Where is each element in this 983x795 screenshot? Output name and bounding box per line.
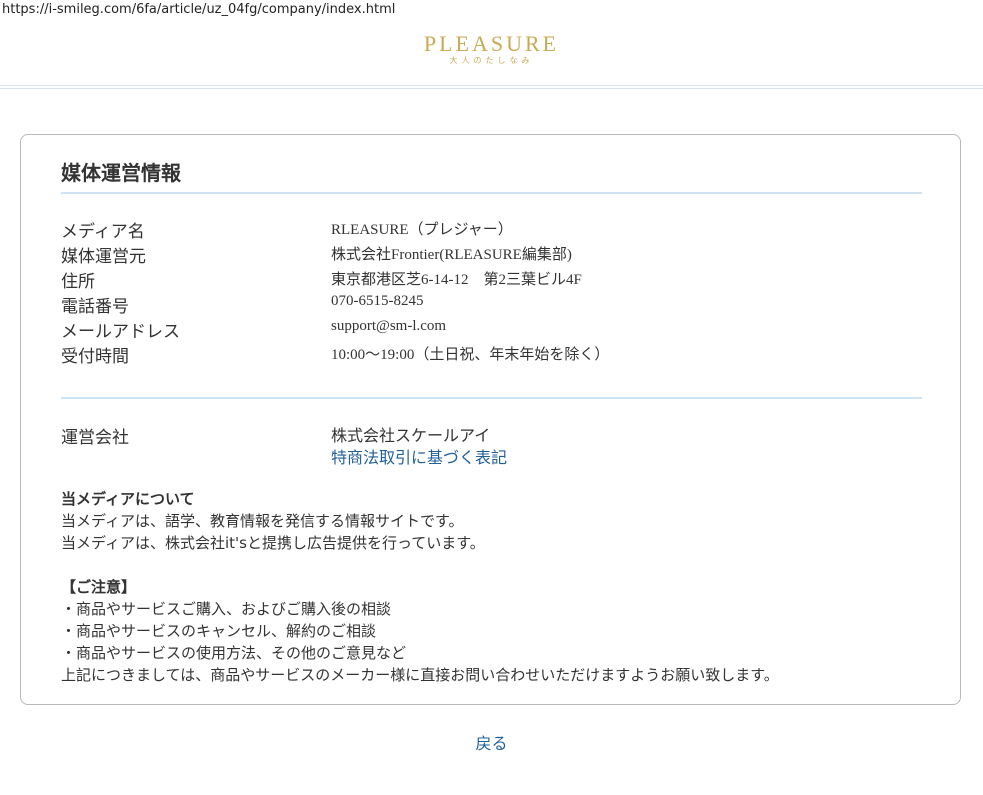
info-value: 10:00〜19:00（土日祝、年末年始を除く）	[331, 347, 610, 363]
logo-text: PLEASURE	[423, 31, 560, 56]
info-label: 受付時間	[61, 347, 129, 367]
info-value: RLEASURE（プレジャー）	[331, 222, 513, 238]
notice-item: ・商品やサービスの使用方法、その他のご意見など	[61, 644, 407, 662]
header-divider	[0, 85, 983, 86]
operating-company-label: 運営会社	[61, 428, 129, 448]
logo-subtext: 大人のたしなみ	[449, 56, 534, 65]
page-title: 媒体運営情報	[61, 161, 181, 185]
operating-company-value: 株式会社スケールアイ	[331, 426, 491, 445]
info-value: 株式会社Frontier(RLEASURE編集部)	[331, 247, 572, 263]
info-row-phone: 電話番号 070-6515-8245	[61, 292, 922, 317]
title-divider	[61, 192, 922, 194]
info-value: support@sm-l.com	[331, 318, 447, 334]
info-row-operator: 媒体運営元 株式会社Frontier(RLEASURE編集部)	[61, 242, 922, 267]
info-label: 住所	[61, 272, 95, 292]
info-label: 電話番号	[61, 297, 129, 317]
info-label: メールアドレス	[61, 322, 180, 342]
about-heading: 当メディアについて	[61, 490, 195, 508]
media-info-card: 媒体運営情報 メディア名 RLEASURE（プレジャー） 媒体運営元 株式会社F…	[20, 134, 961, 705]
back-link-wrap: 戻る	[0, 730, 983, 754]
about-section: 当メディアについて 当メディアは、語学、教育情報を発信する情報サイトです。 当メ…	[61, 488, 931, 686]
section-divider	[61, 397, 922, 399]
info-label: 媒体運営元	[61, 247, 146, 267]
browser-url: https://i-smileg.com/6fa/article/uz_04fg…	[2, 2, 396, 17]
notice-heading: 【ご注意】	[61, 578, 137, 596]
notice-footer: 上記につきましては、商品やサービスのメーカー様に直接お問い合わせいただけますよう…	[61, 666, 779, 684]
notice-item: ・商品やサービスご購入、およびご購入後の相談	[61, 600, 392, 618]
info-value: 東京都港区芝6-14-12 第2三葉ビル4F	[331, 272, 582, 288]
site-logo[interactable]: PLEASURE 大人のたしなみ	[424, 32, 559, 66]
header-divider-secondary	[0, 88, 983, 89]
info-value: 070-6515-8245	[331, 293, 424, 309]
info-label: メディア名	[61, 222, 145, 242]
tokushoho-link[interactable]: 特商法取引に基づく表記	[331, 444, 507, 468]
notice-item: ・商品やサービスのキャンセル、解約のご相談	[61, 622, 377, 640]
site-header: PLEASURE 大人のたしなみ	[0, 32, 983, 67]
info-row-hours: 受付時間 10:00〜19:00（土日祝、年末年始を除く）	[61, 342, 922, 367]
info-row-media-name: メディア名 RLEASURE（プレジャー）	[61, 217, 922, 242]
about-line: 当メディアは、株式会社it'sと提携し広告提供を行っています。	[61, 534, 485, 552]
info-row-email: メールアドレス support@sm-l.com	[61, 317, 922, 342]
info-row-address: 住所 東京都港区芝6-14-12 第2三葉ビル4F	[61, 267, 922, 292]
back-link[interactable]: 戻る	[475, 734, 507, 753]
about-line: 当メディアは、語学、教育情報を発信する情報サイトです。	[61, 512, 464, 530]
